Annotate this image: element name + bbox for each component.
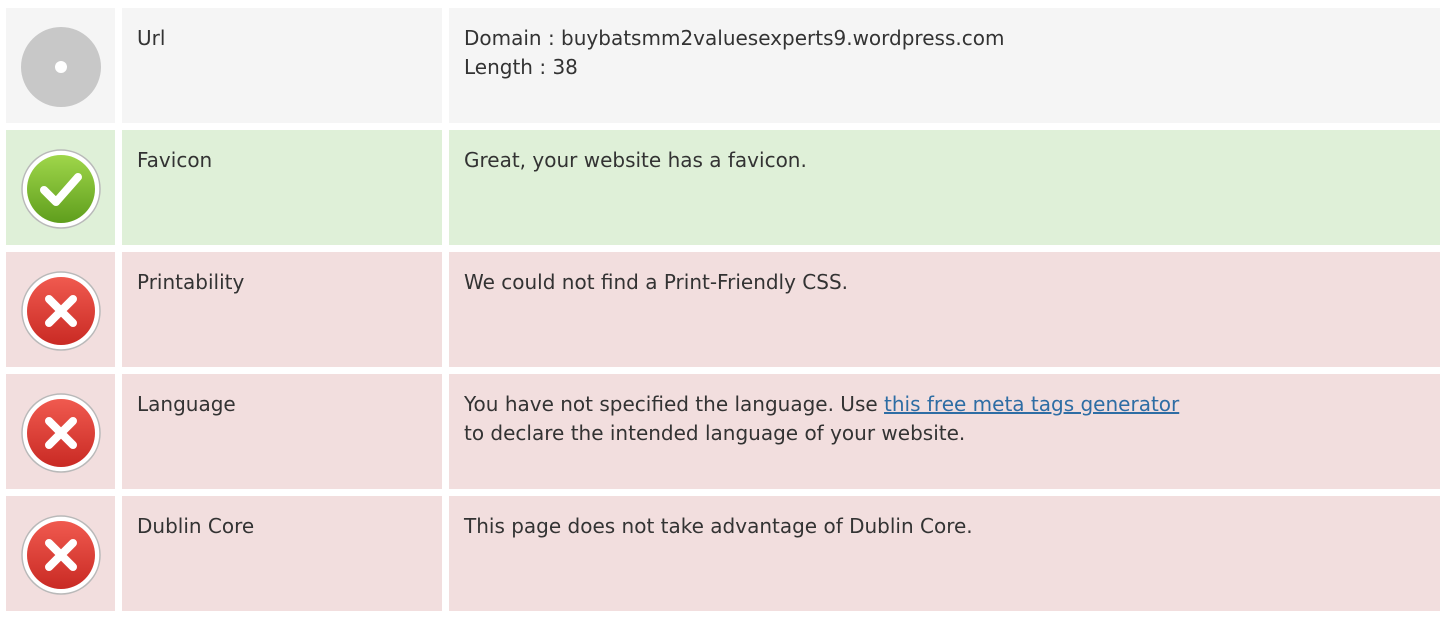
meta-tags-generator-link[interactable]: this free meta tags generator xyxy=(884,392,1179,416)
url-row: Url Domain : buybatsmm2valuesexperts9.wo… xyxy=(6,8,1440,123)
language-label: Language xyxy=(122,374,442,489)
language-text-before: You have not specified the language. Use xyxy=(464,392,885,416)
language-row: Language You have not specified the lang… xyxy=(6,374,1440,489)
printability-value: We could not find a Print-Friendly CSS. xyxy=(449,252,1440,367)
language-text-after: to declare the intended language of your… xyxy=(464,421,966,445)
language-status-cell xyxy=(6,374,115,489)
url-value: Domain : buybatsmm2valuesexperts9.wordpr… xyxy=(449,8,1440,123)
dublin-core-row: Dublin Core This page does not take adva… xyxy=(6,496,1440,611)
error-circle-icon xyxy=(20,270,102,367)
printability-row: Printability We could not find a Print-F… xyxy=(6,252,1440,367)
error-circle-icon xyxy=(20,514,102,611)
favicon-status-cell xyxy=(6,130,115,245)
language-value: You have not specified the language. Use… xyxy=(449,374,1440,489)
url-label: Url xyxy=(122,8,442,123)
favicon-value: Great, your website has a favicon. xyxy=(449,130,1440,245)
dublin-core-label: Dublin Core xyxy=(122,496,442,611)
url-status-cell xyxy=(6,8,115,123)
info-dot-icon xyxy=(20,26,102,123)
error-circle-icon xyxy=(20,392,102,489)
printability-label: Printability xyxy=(122,252,442,367)
check-circle-icon xyxy=(20,148,102,245)
printability-status-cell xyxy=(6,252,115,367)
favicon-label: Favicon xyxy=(122,130,442,245)
favicon-row: Favicon Great, your website has a favico… xyxy=(6,130,1440,245)
url-length-text: Length : 38 xyxy=(464,55,578,79)
dublin-core-status-cell xyxy=(6,496,115,611)
url-domain-text: Domain : buybatsmm2valuesexperts9.wordpr… xyxy=(464,26,1005,50)
seo-report-table: Url Domain : buybatsmm2valuesexperts9.wo… xyxy=(6,8,1440,618)
dublin-core-value: This page does not take advantage of Dub… xyxy=(449,496,1440,611)
